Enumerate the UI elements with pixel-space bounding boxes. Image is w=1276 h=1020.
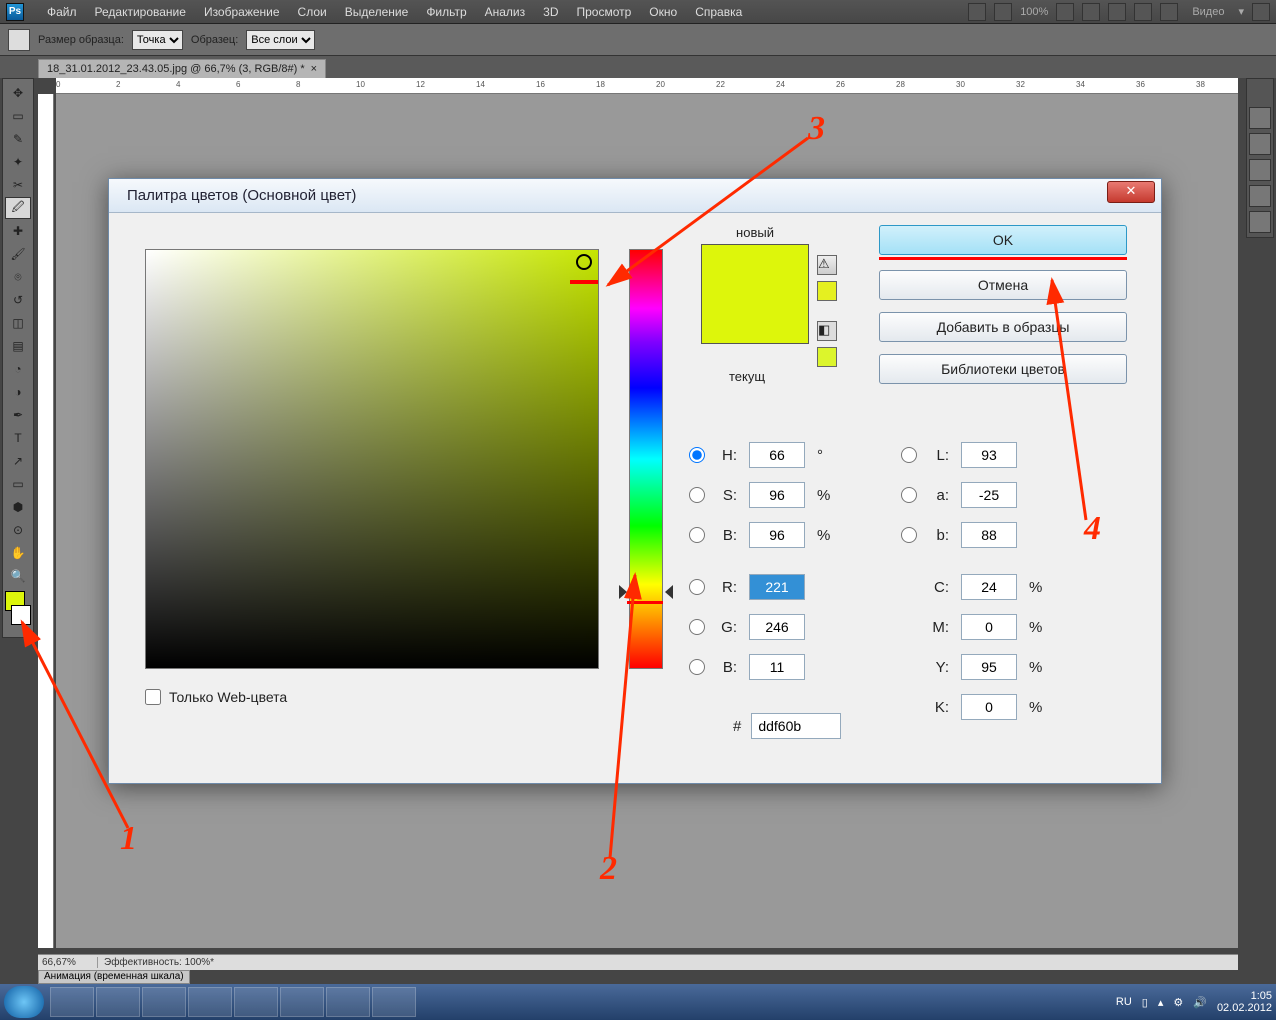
windows-taskbar: RU ▯ ▴ ⚙ 🔊 1:05 02.02.2012 <box>0 984 1276 1020</box>
tray-lang[interactable]: RU <box>1116 996 1132 1008</box>
tray-volume-icon[interactable]: 🔊 <box>1193 996 1207 1009</box>
imageviewer-icon[interactable] <box>372 987 416 1017</box>
ie-icon[interactable] <box>234 987 278 1017</box>
zoom-readout[interactable]: 66,67% <box>38 957 98 968</box>
skype-icon[interactable] <box>280 987 324 1017</box>
explorer-icon[interactable] <box>50 987 94 1017</box>
chrome-icon[interactable] <box>188 987 232 1017</box>
photoshop-taskbar-icon[interactable] <box>326 987 370 1017</box>
firefox-icon[interactable] <box>142 987 186 1017</box>
efficiency-readout: Эффективность: 100%* <box>98 957 220 968</box>
tray-chevron-icon[interactable]: ▴ <box>1158 996 1164 1009</box>
animation-panel-tab[interactable]: Анимация (временная шкала) <box>38 970 190 984</box>
annotation-arrows <box>0 0 1276 1020</box>
totalcmd-icon[interactable] <box>96 987 140 1017</box>
status-bar: 66,67% Эффективность: 100%* <box>38 954 1238 970</box>
tray-flag-icon[interactable]: ▯ <box>1142 996 1148 1009</box>
tray-network-icon[interactable]: ⚙ <box>1173 996 1183 1009</box>
start-button[interactable] <box>4 986 44 1018</box>
tray-clock[interactable]: 1:05 02.02.2012 <box>1217 990 1272 1014</box>
